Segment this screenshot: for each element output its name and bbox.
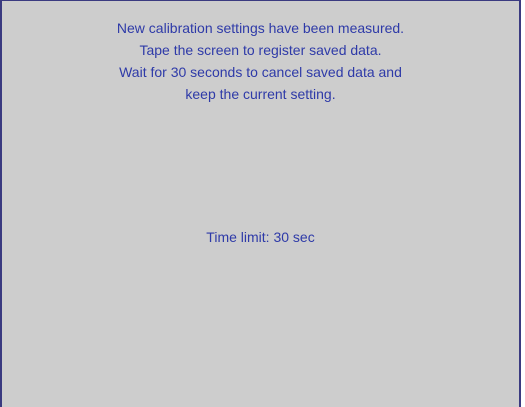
time-limit-text: Time limit: 30 sec xyxy=(206,229,315,245)
calibration-message: New calibration settings have been measu… xyxy=(2,17,519,105)
message-line: Wait for 30 seconds to cancel saved data… xyxy=(119,64,402,80)
message-line: New calibration settings have been measu… xyxy=(116,20,405,36)
message-line: keep the current setting. xyxy=(185,86,336,102)
calibration-confirm-screen[interactable]: New calibration settings have been measu… xyxy=(0,0,521,407)
message-line: Tape the screen to register saved data. xyxy=(139,42,382,58)
